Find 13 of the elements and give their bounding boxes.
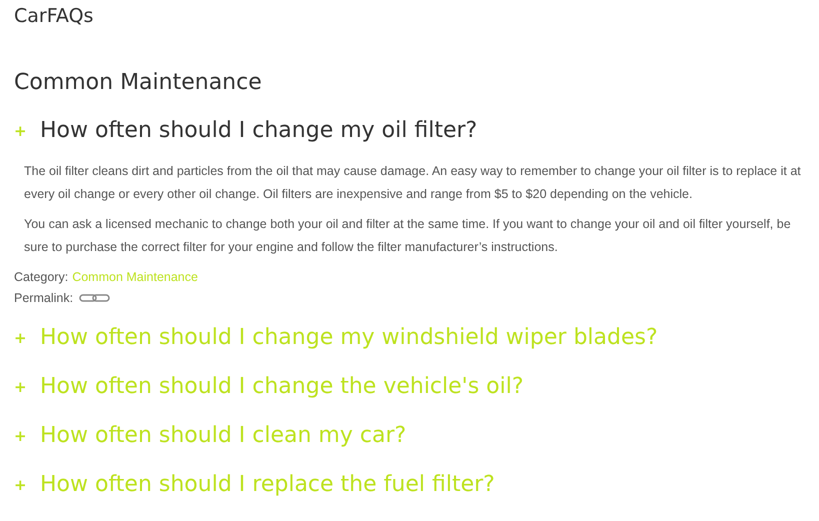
site-title[interactable]: CarFAQs xyxy=(14,4,805,28)
permalink-label: Permalink: xyxy=(14,290,74,307)
faq-question[interactable]: + How often should I change the vehicle's oil? xyxy=(14,368,805,406)
faq-question[interactable]: + How often should I change my oil filter? xyxy=(14,112,805,150)
category-label: Category: xyxy=(14,269,68,286)
answer-paragraph: You can ask a licensed mechanic to change both your oil and filter at the same time. If you want to change your oil and oil filter yourself, be sure to purchase the correct filter for your engine and follow the filter manufacturer’s instructions. xyxy=(23,216,792,256)
category-link[interactable]: Common Maintenance xyxy=(72,266,198,288)
faq-question[interactable]: + How often should I replace the fuel filter? xyxy=(14,466,805,504)
section-title: Common Maintenance xyxy=(14,69,263,97)
answer-paragraph: The oil filter cleans dirt and particles from the oil that may cause damage. An easy way to remember to change your oil filter is to replace it at every oil change or every other oil change. Oil filters are inexpensive and range from $5 to $20 depending on the vehicle. xyxy=(23,163,802,203)
link-icon[interactable] xyxy=(79,293,112,303)
faq-question[interactable]: + How often should I change my windshield wiper blades? xyxy=(14,319,805,357)
faq-question[interactable]: + How often should I clean my car? xyxy=(14,417,805,455)
